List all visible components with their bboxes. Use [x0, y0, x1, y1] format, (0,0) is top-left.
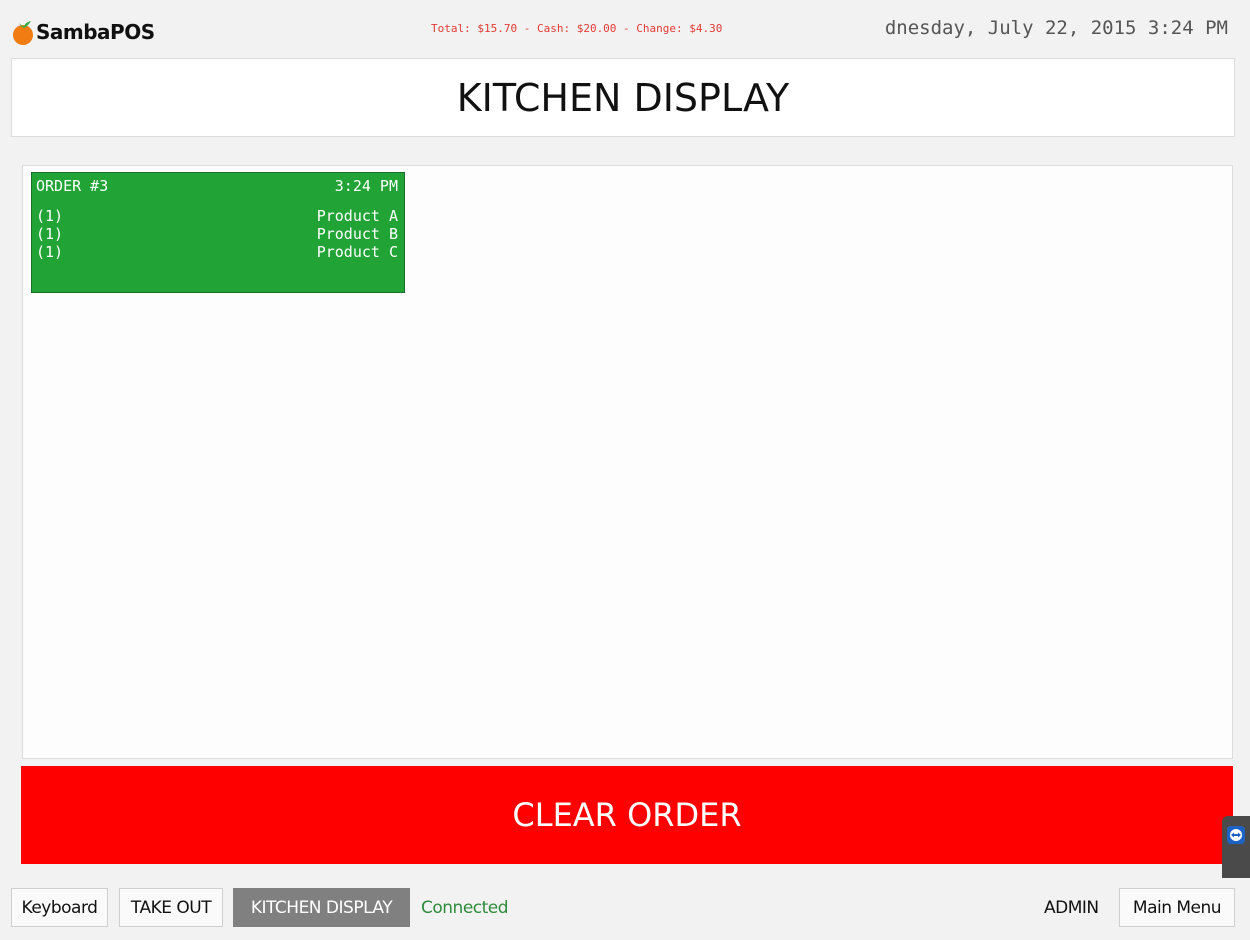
connection-status: Connected [421, 897, 509, 918]
top-bar: SambaPOS Total: $15.70 - Cash: $20.00 - … [0, 0, 1250, 58]
tomato-icon [13, 21, 33, 45]
order-card[interactable]: ORDER #3 3:24 PM (1) Product A (1) Produ… [31, 172, 405, 293]
order-line-qty: (1) [36, 207, 64, 225]
take-out-button[interactable]: TAKE OUT [119, 888, 223, 927]
order-items: (1) Product A (1) Product B (1) Product … [36, 207, 398, 261]
order-line: (1) Product C [36, 243, 398, 261]
bottom-bar: Keyboard TAKE OUT KITCHEN DISPLAY Connec… [0, 888, 1250, 930]
order-line-name: Product C [316, 243, 398, 261]
remote-support-icon [1227, 826, 1245, 844]
orders-area: ORDER #3 3:24 PM (1) Product A (1) Produ… [22, 165, 1233, 759]
app-logo: SambaPOS [10, 18, 155, 46]
kitchen-display-button[interactable]: KITCHEN DISPLAY [233, 888, 410, 927]
order-line-qty: (1) [36, 225, 64, 243]
ticket-totals: Total: $15.70 - Cash: $20.00 - Change: $… [431, 22, 723, 35]
date-time: dnesday, July 22, 2015 3:24 PM [884, 17, 1228, 39]
order-line-name: Product B [316, 225, 398, 243]
order-line: (1) Product B [36, 225, 398, 243]
order-line-qty: (1) [36, 243, 64, 261]
clear-order-button[interactable]: CLEAR ORDER [21, 766, 1233, 864]
order-title: ORDER #3 [36, 177, 109, 195]
order-line-name: Product A [316, 207, 398, 225]
remote-support-tab[interactable] [1222, 816, 1250, 878]
header-panel: KITCHEN DISPLAY [11, 58, 1235, 137]
order-line: (1) Product A [36, 207, 398, 225]
order-header: ORDER #3 3:24 PM [36, 178, 398, 195]
logo-text: SambaPOS [36, 20, 155, 44]
page-title: KITCHEN DISPLAY [456, 75, 790, 120]
user-name: ADMIN [1044, 897, 1099, 918]
order-time: 3:24 PM [334, 177, 398, 195]
keyboard-button[interactable]: Keyboard [11, 888, 108, 927]
main-menu-button[interactable]: Main Menu [1119, 888, 1235, 927]
